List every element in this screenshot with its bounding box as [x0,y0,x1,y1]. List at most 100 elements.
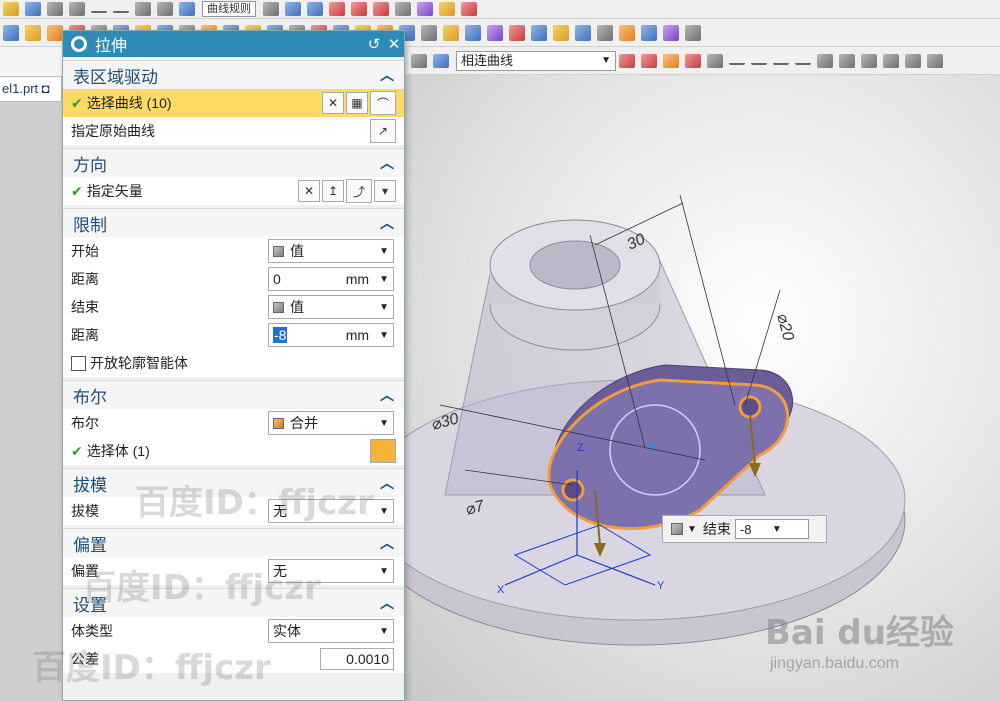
right-hole[interactable] [738,395,762,419]
open-profile-checkbox[interactable] [71,355,86,371]
thicken-icon[interactable] [641,24,657,41]
intersection-point-icon[interactable] [795,57,811,65]
collapse-caret-icon[interactable]: ︿ [380,213,394,233]
curve-rule-dropdown[interactable]: 相连曲线 ▼ [456,50,616,71]
sphere-icon[interactable] [25,24,41,41]
surface-icon[interactable] [575,24,591,41]
extract-icon[interactable] [553,24,569,41]
stop-at-intersection-icon[interactable] [619,53,635,68]
view-icon[interactable] [179,2,195,16]
line-icon[interactable] [91,5,107,13]
section-direction-header[interactable]: 方向 ︿ [63,149,404,177]
close-icon[interactable]: ✕ [384,35,404,53]
measure-icon[interactable] [395,2,411,16]
offset-face-icon[interactable] [421,24,437,41]
follow-fillet-icon[interactable] [641,53,657,68]
select-curve-row[interactable]: ✔ 选择曲线 (10) ✕ ▦ ⌒ [63,89,404,117]
analysis-icon[interactable] [439,2,455,16]
dialog-title-bar[interactable]: 拉伸 ↺ ✕ [63,31,404,57]
point-on-curve-icon[interactable] [883,53,899,68]
more-features-icon[interactable] [685,24,701,41]
section-boolean-header[interactable]: 布尔 ︿ [63,381,404,409]
collapse-caret-icon[interactable]: ︿ [380,533,394,553]
select-body-icon[interactable] [370,439,396,463]
curve-rule-icon[interactable]: ✕ [322,92,344,114]
collapse-caret-icon[interactable]: ︿ [380,153,394,173]
collapse-caret-icon[interactable]: ︿ [380,385,394,405]
box-icon[interactable] [157,2,173,16]
sketch-section-icon[interactable]: ▦ [346,92,368,114]
boss-hole[interactable] [529,240,621,290]
specify-vector-row[interactable]: ✔ 指定矢量 ✕ ↥ ⤴ ▾ [63,177,404,205]
unite-icon[interactable] [487,24,503,41]
curve-rule-select[interactable]: 曲线规则 [202,1,256,17]
arc-icon[interactable] [113,5,129,13]
snap-point-icon[interactable] [707,53,723,68]
section-drive-header[interactable]: 表区域驱动 ︿ [63,61,404,89]
save-icon[interactable] [25,2,41,16]
bounded-grid-icon[interactable] [927,53,943,68]
quadrant-point-icon[interactable] [839,53,855,68]
boolean-select[interactable]: 合并 ▼ [268,411,394,435]
start-select[interactable]: 值 ▼ [268,239,394,263]
layer-icon[interactable] [307,2,323,16]
end-point-icon[interactable] [729,57,745,65]
section-offset-header[interactable]: 偏置 ︿ [63,529,404,557]
angle-icon[interactable] [351,2,367,16]
patch-icon[interactable] [663,24,679,41]
open-profile-row[interactable]: 开放轮廓智能体 [63,349,404,377]
filter-icon[interactable] [411,53,427,68]
body-type-select[interactable]: 实体 ▼ [268,619,394,643]
cut-icon[interactable] [135,2,151,16]
dim-text-dia20[interactable]: ⌀20 [773,312,797,343]
mesh-icon[interactable] [597,24,613,41]
play-icon[interactable] [417,2,433,16]
open-folder-icon[interactable] [3,2,19,16]
end-select[interactable]: 值 ▼ [268,295,394,319]
snap-icon[interactable] [263,2,279,16]
section-limits-header[interactable]: 限制 ︿ [63,209,404,237]
collapse-caret-icon[interactable]: ︿ [380,65,394,85]
file-tab-label: el1.prt [2,81,39,96]
cone-icon[interactable] [3,24,19,41]
intersect-icon[interactable] [531,24,547,41]
reverse-direction-icon[interactable]: ✕ [298,180,320,202]
tolerance-input[interactable]: 0.0010 [320,648,394,670]
curve-icon[interactable]: ⌒ [370,91,396,115]
point-on-face-icon[interactable] [905,53,921,68]
path-icon[interactable] [685,53,701,68]
start-distance-input[interactable]: 0 mm ▼ [268,267,394,291]
collapse-caret-icon[interactable]: ︿ [380,593,394,613]
chevron-down-icon[interactable]: ▼ [687,524,697,535]
origin-curve-icon[interactable]: ↗ [370,119,396,143]
redo-icon[interactable] [69,2,85,16]
left-hole[interactable] [561,478,585,502]
annotation-icon[interactable] [373,2,389,16]
collapse-caret-icon[interactable]: ︿ [380,473,394,493]
subtract-icon[interactable] [509,24,525,41]
vector-icon[interactable]: ⤴ [346,179,372,203]
mid-point-icon[interactable] [751,57,767,65]
file-tab[interactable]: el1.prt ◘ [0,76,62,102]
draft-icon[interactable] [443,24,459,41]
onscreen-end-input[interactable]: ▼ 结束 -8 ▼ [662,515,827,543]
render-icon[interactable] [285,2,301,16]
sheet-icon[interactable] [619,24,635,41]
onscreen-end-value-field[interactable]: -8 ▼ [734,519,809,539]
origin-curve-row[interactable]: 指定原始曲线 ↗ [63,117,404,145]
undo-icon[interactable] [47,2,63,16]
chevron-down-icon[interactable]: ▾ [374,180,396,202]
vector-dialog-icon[interactable]: ↥ [322,180,344,202]
reset-icon[interactable]: ↺ [364,35,384,53]
arc-center-icon[interactable] [817,53,833,68]
existing-point-icon[interactable] [861,53,877,68]
end-distance-input[interactable]: -8 mm ▼ [268,323,394,347]
select-body-icon[interactable] [433,53,449,68]
select-body-row[interactable]: ✔ 选择体 (1) [63,437,404,465]
control-point-icon[interactable] [773,57,789,65]
dimension-icon[interactable] [329,2,345,16]
block-icon[interactable] [47,24,63,41]
chain-within-feature-icon[interactable] [663,53,679,68]
sweep-icon[interactable] [465,24,481,41]
tools-icon[interactable] [461,2,477,16]
